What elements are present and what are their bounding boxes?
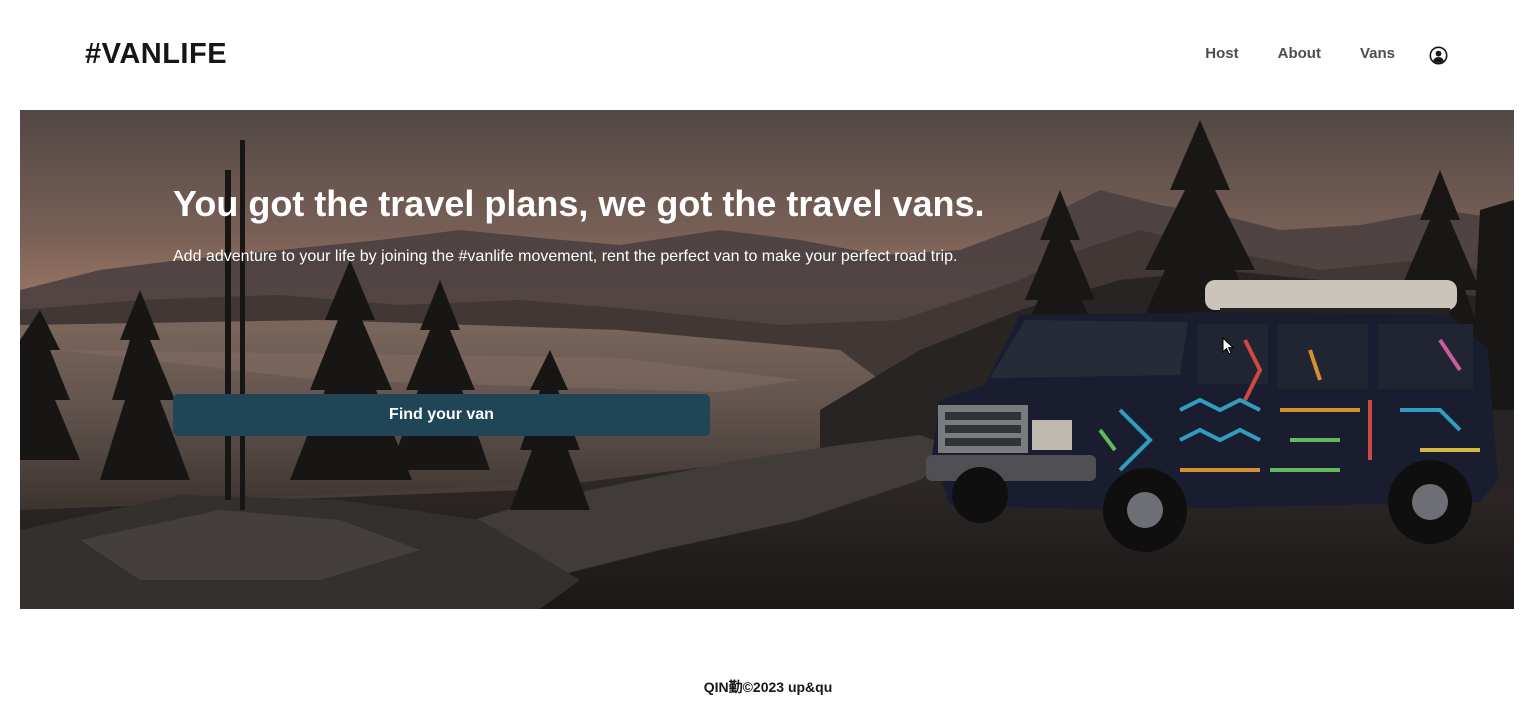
user-circle-icon bbox=[1429, 46, 1448, 64]
main-nav: Host About Vans bbox=[1205, 40, 1448, 68]
nav-link-host[interactable]: Host bbox=[1205, 40, 1238, 68]
login-link[interactable] bbox=[1429, 46, 1448, 65]
footer: QIN勤©2023 up&qu bbox=[0, 609, 1536, 714]
find-your-van-button[interactable]: Find your van bbox=[173, 394, 710, 436]
hero-subtitle: Add adventure to your life by joining th… bbox=[173, 248, 958, 265]
mouse-cursor-icon bbox=[1222, 337, 1234, 355]
hero-section: You got the travel plans, we got the tra… bbox=[20, 110, 1514, 609]
navbar: #VANLIFE Host About Vans bbox=[0, 0, 1536, 110]
nav-link-about[interactable]: About bbox=[1278, 40, 1321, 68]
nav-link-vans[interactable]: Vans bbox=[1360, 40, 1395, 68]
footer-copyright: QIN勤©2023 up&qu bbox=[703, 679, 833, 695]
logo-link[interactable]: #VANLIFE bbox=[85, 38, 227, 71]
hero-title: You got the travel plans, we got the tra… bbox=[173, 183, 985, 224]
